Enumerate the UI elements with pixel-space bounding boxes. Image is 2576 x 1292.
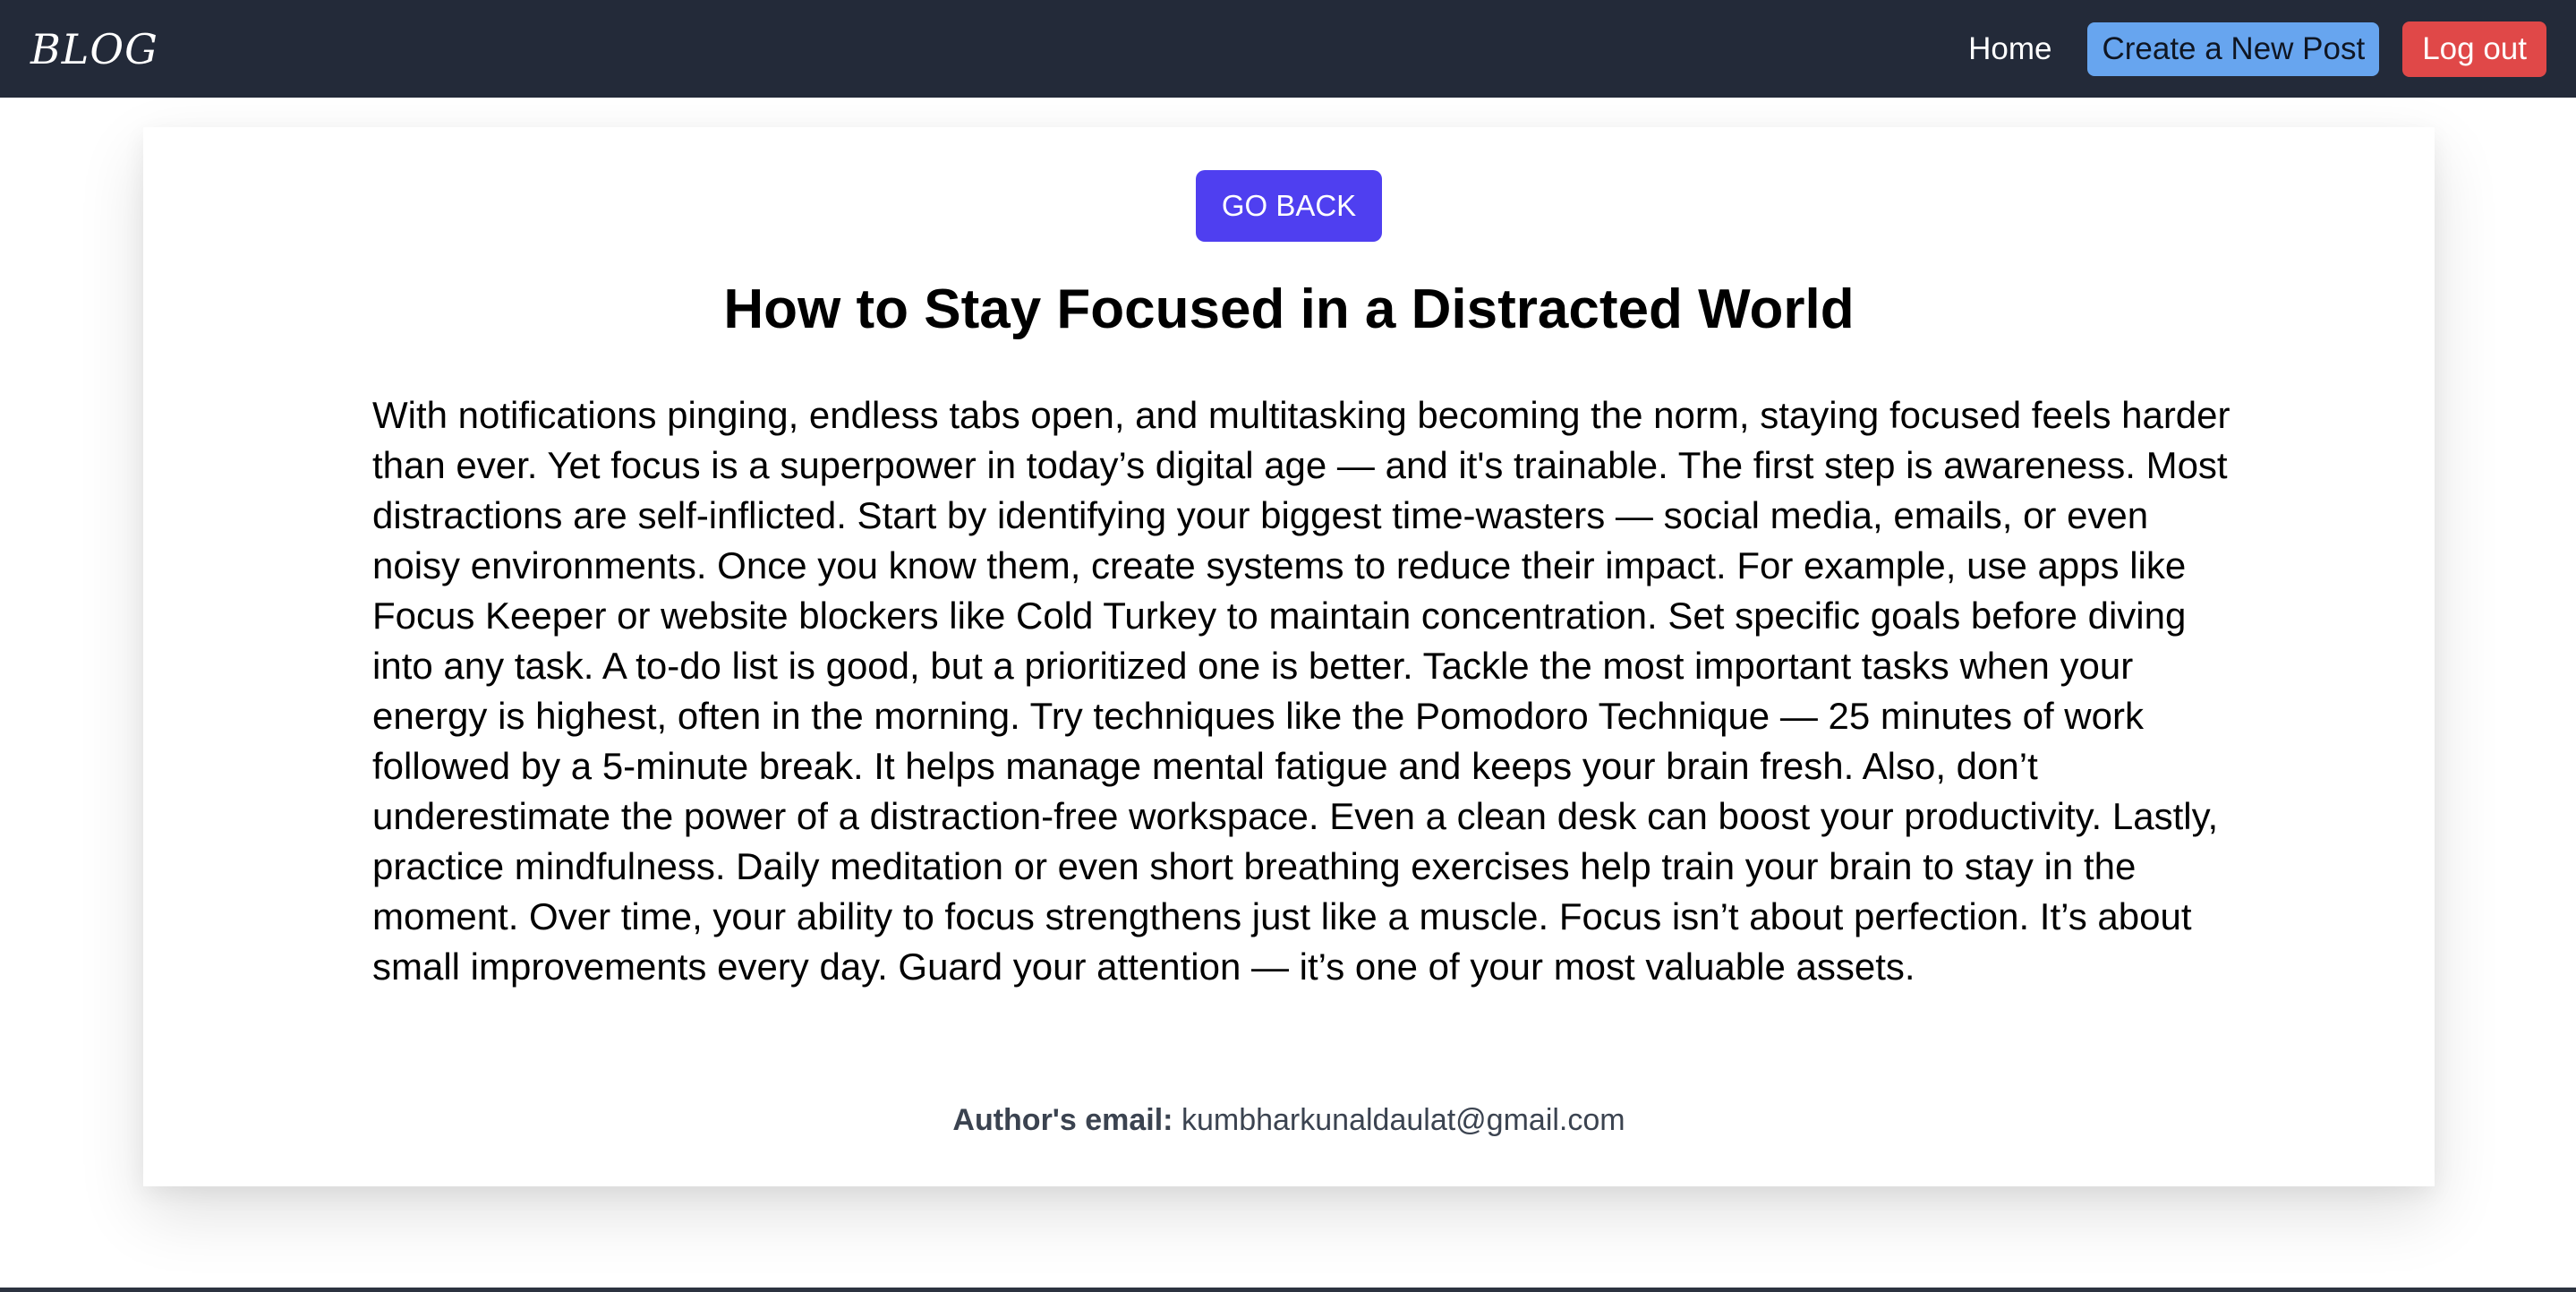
logout-button[interactable]: Log out	[2402, 21, 2546, 77]
create-post-button[interactable]: Create a New Post	[2087, 21, 2380, 76]
bottom-divider	[0, 1288, 2576, 1292]
brand-logo[interactable]: BLOG	[30, 25, 158, 73]
top-navbar: BLOG Home Create a New Post Log out	[0, 0, 2576, 98]
author-email: kumbharkunaldaulat@gmail.com	[1181, 1103, 1625, 1137]
post-body: With notifications pinging, endless tabs…	[372, 394, 2231, 988]
nav-actions: Home Create a New Post Log out	[1968, 21, 2546, 77]
post-card: GO BACK How to Stay Focused in a Distrac…	[143, 127, 2435, 1186]
home-link[interactable]: Home	[1968, 31, 2051, 67]
author-info: Author's email: kumbharkunaldaulat@gmail…	[143, 1103, 2435, 1138]
post-title: How to Stay Focused in a Distracted Worl…	[723, 278, 1855, 340]
author-email-label: Author's email:	[952, 1103, 1173, 1137]
go-back-button[interactable]: GO BACK	[1196, 170, 1382, 242]
